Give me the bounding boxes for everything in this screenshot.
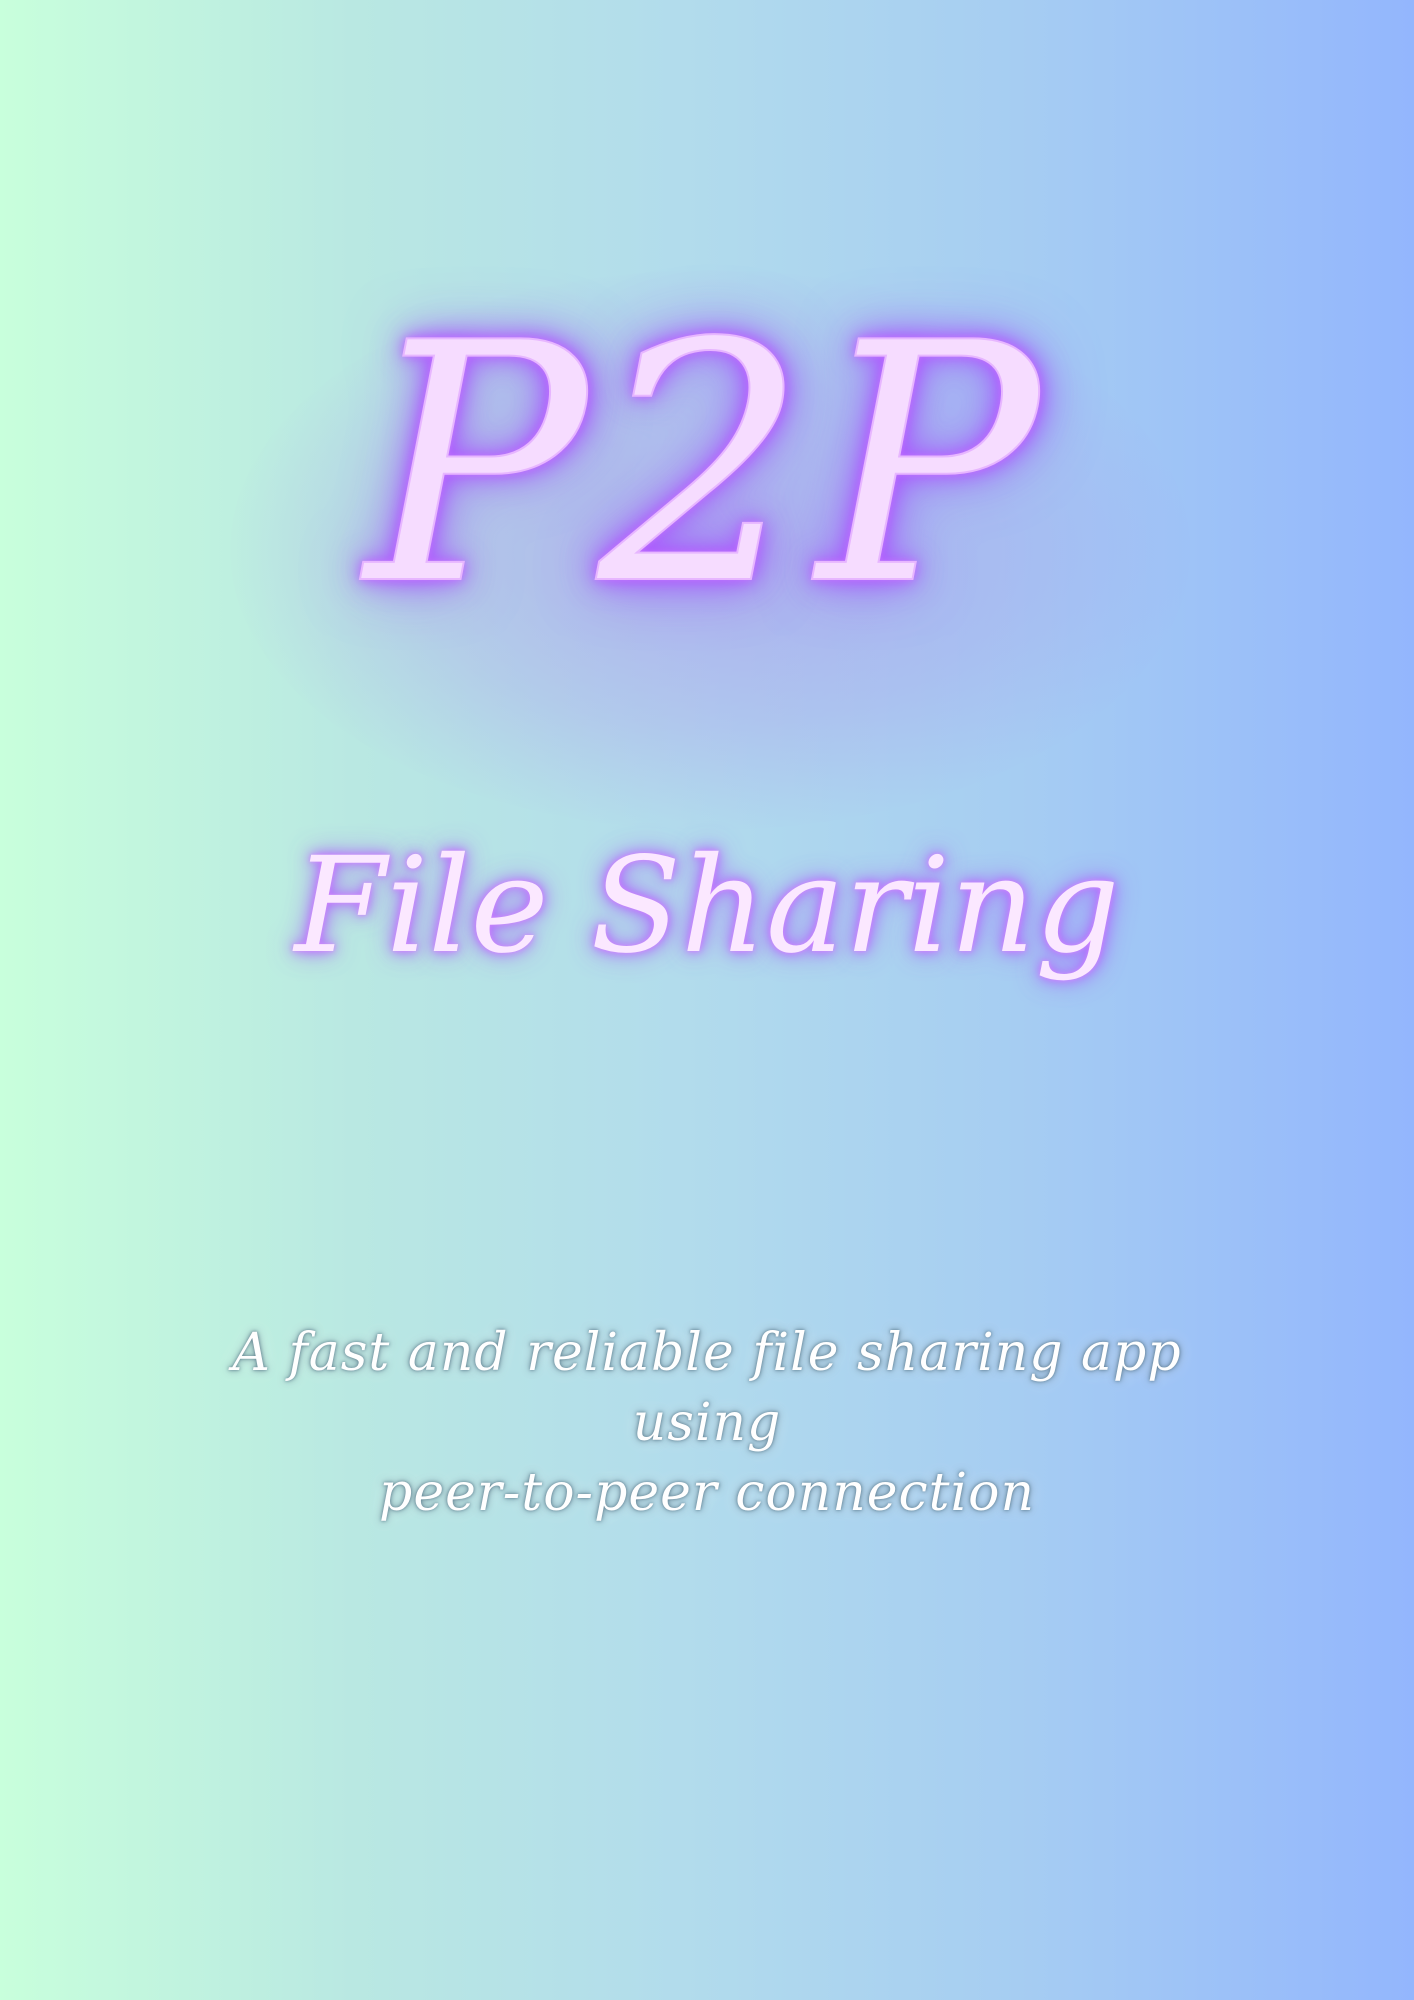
poster-tagline: A fast and reliable file sharing app usi… (180, 1318, 1234, 1528)
tagline-line-1: A fast and reliable file sharing app usi… (232, 1323, 1182, 1453)
poster-title: P2P (364, 273, 1050, 657)
tagline-line-2: peer-to-peer connection (379, 1463, 1035, 1523)
poster-subtitle: File Sharing (294, 829, 1120, 983)
poster-canvas: P2P File Sharing A fast and reliable fil… (0, 0, 1414, 2000)
